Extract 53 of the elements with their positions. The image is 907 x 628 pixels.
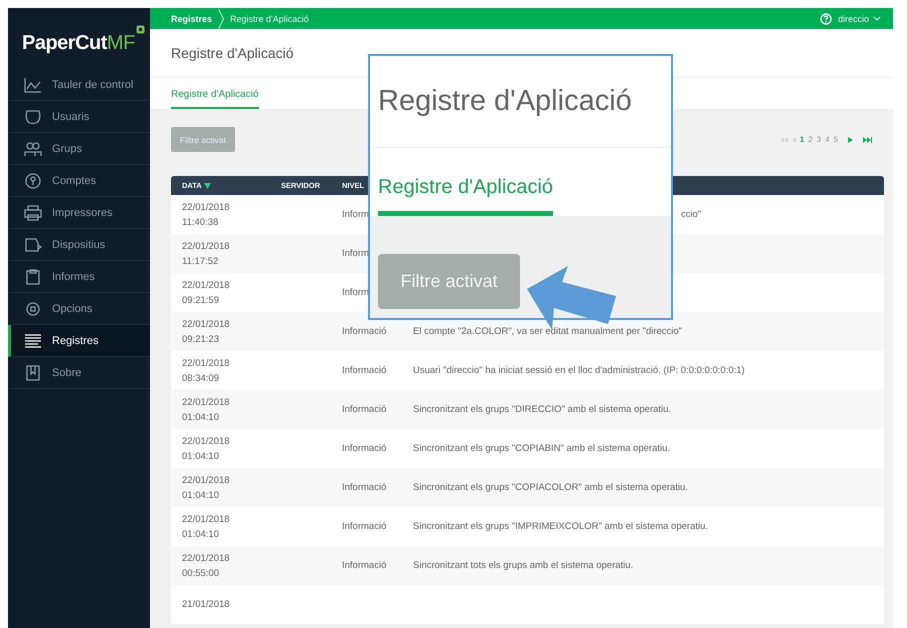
message-cell-text: Usuari "direccio" ha iniciat sessió en el lloc d'administració. (IP: 0:0:0:0:0:0:0:1) (413, 365, 746, 376)
leaf-icon (136, 25, 145, 34)
date-cell-text: 22/01/2018 09:21:59 (181, 278, 231, 308)
date-cell-text: 22/01/2018 01:04:10 (181, 434, 231, 464)
date-cell-text: 22/01/2018 11:17:52 (181, 240, 231, 268)
callout-title: Registre d'Aplicació (378, 85, 632, 118)
date-cell-text: 22/01/2018 08:34:09 (181, 356, 231, 386)
level-cell-text: Informació (342, 365, 388, 376)
date-cell-text: 22/01/2018 01:04:10 (181, 474, 231, 502)
list-icon (24, 332, 42, 348)
user-menu[interactable]: direccio (838, 14, 881, 24)
level-cell-text: Informació (342, 443, 388, 454)
date-cell-text: 21/01/2018 (181, 598, 231, 612)
printer-icon (24, 204, 42, 220)
gear-icon (24, 300, 42, 316)
date-cell-text: 22/01/2018 01:04:10 (181, 512, 231, 542)
sidebar-item[interactable]: Registres (8, 325, 150, 357)
message-cell-text: Sincronitzant els grups "IMPRIMEIXCOLOR" amb el sistema operatiu. (413, 521, 710, 532)
sort-arrow-icon (204, 182, 211, 188)
next-page-icon[interactable] (848, 136, 853, 142)
lock-icon (24, 172, 42, 188)
level-cell-text: Informació (342, 482, 388, 493)
level-cell-text: Informació (342, 521, 388, 532)
chart-icon (24, 76, 42, 92)
level-cell-text: Informació (342, 560, 388, 571)
chevron-down-icon (873, 16, 881, 22)
message-cell-text: Sincronitzant els grups "DIRECCIO" amb el sistema operatiu. (413, 404, 672, 415)
message-cell-text: Sincronitzant tots els grups amb el sistema operatiu. (413, 560, 634, 571)
date-cell-text: 22/01/2018 11:40:38 (181, 200, 231, 230)
message-cell: ccio" (680, 209, 702, 220)
date-cell-text: 22/01/2018 01:04:10 (181, 396, 231, 424)
breadcrumb-link[interactable]: Registres (171, 14, 212, 24)
level-cell-text: Informació (342, 326, 388, 337)
date-cell-text: 22/01/2018 09:21:23 (181, 318, 231, 346)
level-cell-text: Informació (342, 404, 388, 415)
level-cell: Inform (342, 248, 369, 259)
people-icon (24, 140, 42, 156)
tab[interactable]: Registre d'Aplicació (171, 89, 259, 109)
date-cell-text: 22/01/2018 00:55:00 (181, 552, 231, 580)
level-cell: Inform (342, 209, 369, 220)
logo-text: PaperCutMF (22, 32, 135, 55)
message-cell-text: Sincronitzant els grups "COPIACOLOR" amb el sistema operatiu. (413, 482, 689, 493)
message-cell-text: El compte "2a.COLOR", va ser editat manualment per "direccio" (413, 326, 684, 337)
book-icon (24, 364, 42, 380)
page-title: Registre d'Aplicació (171, 45, 294, 61)
level-cell: Inform (342, 287, 369, 298)
chevron-icon (218, 8, 224, 28)
last-page-icon[interactable] (863, 136, 872, 142)
shield-icon (24, 108, 42, 124)
clipboard-icon (24, 268, 42, 284)
copier-icon (24, 236, 42, 252)
message-cell-text: Sincronitzant els grups "COPIABIN" amb el sistema operatiu. (413, 443, 672, 454)
help-icon[interactable] (820, 12, 832, 24)
